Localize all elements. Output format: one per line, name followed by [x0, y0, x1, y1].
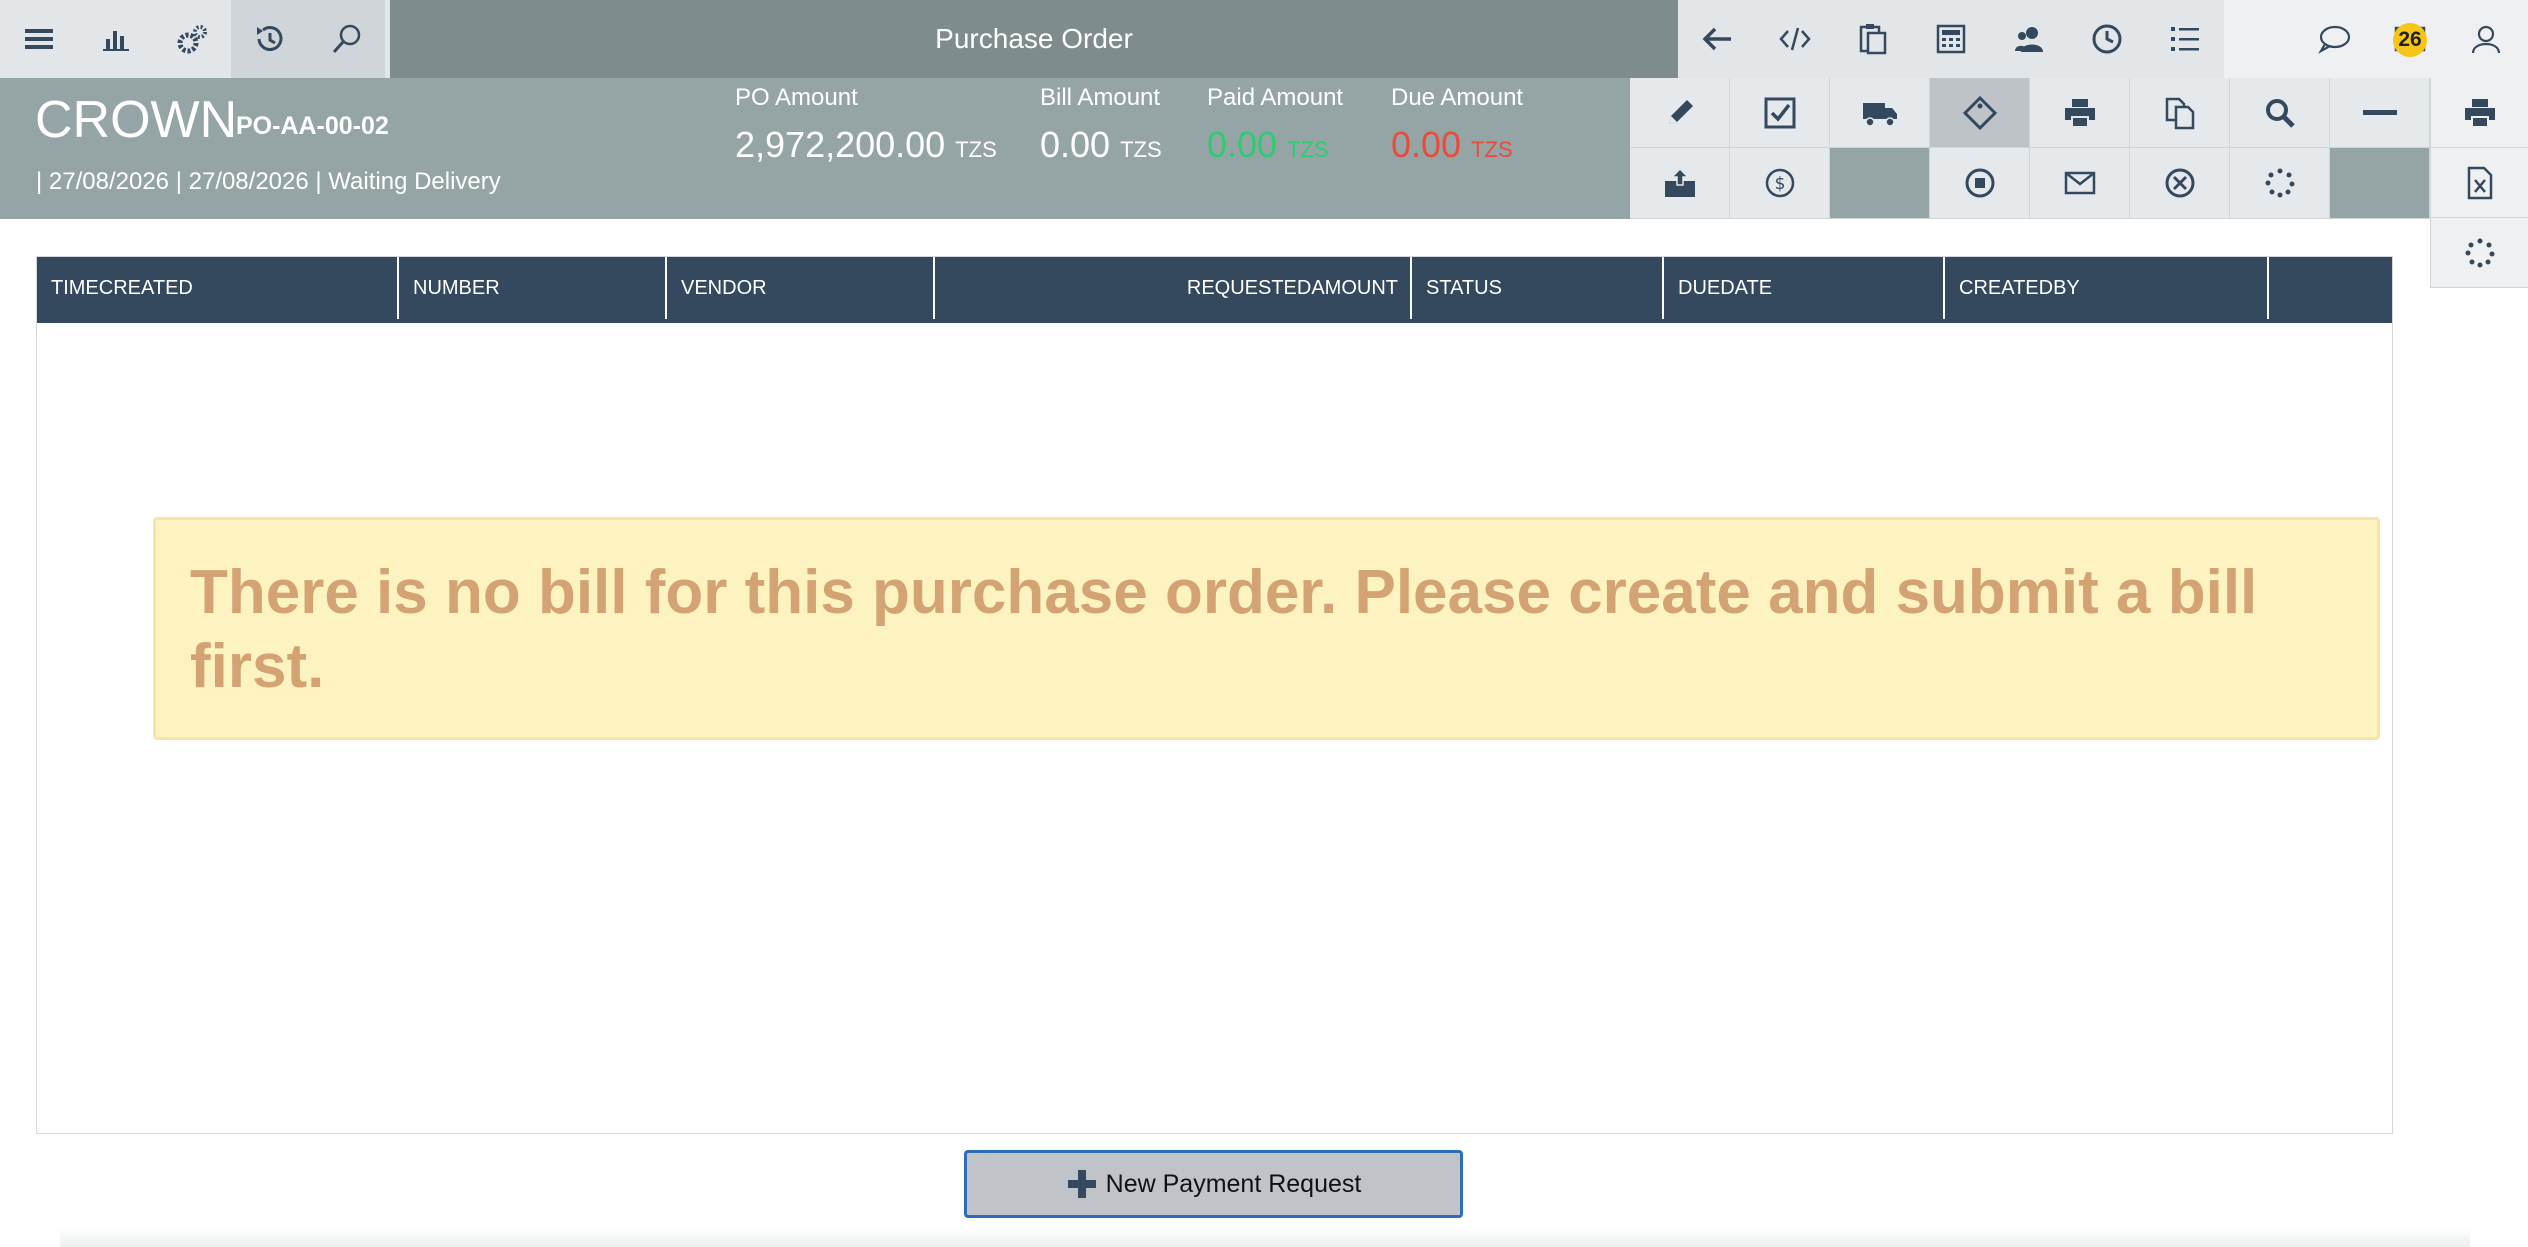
due-amount-label: Due Amount: [1391, 84, 1524, 111]
chat-icon[interactable]: [2296, 0, 2372, 78]
po-dates-status: | 27/08/2026 | 27/08/2026 | Waiting Deli…: [36, 168, 501, 195]
bill-amount: Bill Amount 0.00 TZS: [1040, 84, 1162, 166]
paid-amount-number: 0.00: [1207, 124, 1278, 165]
column-header[interactable]: STATUS: [1412, 257, 1664, 319]
po-summary-header: CROWN PO-AA-00-02 | 27/08/2026 | 27/08/2…: [0, 78, 1630, 219]
po-amount-label: PO Amount: [735, 84, 858, 111]
calculator-icon[interactable]: [1912, 0, 1990, 78]
truck-icon[interactable]: [1830, 78, 1930, 148]
code-icon[interactable]: [1756, 0, 1834, 78]
new-payment-request-button[interactable]: New Payment Request: [964, 1150, 1463, 1218]
zoom-icon[interactable]: [2230, 78, 2330, 148]
dollar-icon[interactable]: $: [1730, 148, 1830, 219]
top-far-toolbar: [2224, 0, 2528, 78]
clock-icon[interactable]: [2068, 0, 2146, 78]
gears-icon[interactable]: [154, 0, 231, 78]
top-right-toolbar: [1678, 0, 2224, 78]
po-amount-currency: TZS: [955, 137, 997, 162]
footer-shadow: [60, 1228, 2470, 1247]
envelope-icon[interactable]: [2030, 148, 2130, 219]
side-action-column: [2430, 78, 2528, 288]
copy-icon[interactable]: [2130, 78, 2230, 148]
due-amount-number: 0.00: [1391, 124, 1462, 165]
column-header[interactable]: DUEDATE: [1664, 257, 1945, 319]
column-header[interactable]: VENDOR: [667, 257, 935, 319]
column-header[interactable]: REQUESTEDAMOUNT: [935, 257, 1412, 319]
column-header[interactable]: CREATEDBY: [1945, 257, 2269, 319]
menu-icon[interactable]: [0, 0, 77, 78]
bill-amount-label: Bill Amount: [1040, 84, 1161, 111]
paid-amount-currency: TZS: [1287, 137, 1329, 162]
list-icon[interactable]: [2146, 0, 2224, 78]
due-amount-currency: TZS: [1471, 137, 1513, 162]
users-icon[interactable]: [1990, 0, 2068, 78]
bill-amount-currency: TZS: [1120, 137, 1162, 162]
payment-requests-table: TIMECREATED NUMBER VENDOR REQUESTEDAMOUN…: [36, 256, 2393, 1134]
no-bill-warning: There is no bill for this purchase order…: [153, 517, 2380, 740]
stop-icon[interactable]: [1930, 148, 2030, 219]
po-amount-value: 2,972,200.00 TZS: [735, 124, 997, 166]
paid-amount-value: 0.00 TZS: [1207, 124, 1343, 166]
spinner-icon[interactable]: [2230, 148, 2330, 219]
plus-icon: [1067, 1170, 1096, 1198]
due-amount: Due Amount 0.00 TZS: [1391, 84, 1523, 166]
check-icon[interactable]: [1730, 78, 1830, 148]
top-left-toolbar: [0, 0, 390, 78]
svg-text:$: $: [1774, 174, 1785, 194]
minus-icon[interactable]: [2330, 78, 2430, 148]
action-grid: $: [1630, 78, 2430, 219]
tag-icon[interactable]: [1930, 78, 2030, 148]
edit-icon[interactable]: [1630, 78, 1730, 148]
empty-slot: [2330, 148, 2430, 219]
archive-icon[interactable]: [1630, 148, 1730, 219]
cancel-icon[interactable]: [2130, 148, 2230, 219]
po-amount-number: 2,972,200.00: [735, 124, 946, 165]
table-header: TIMECREATED NUMBER VENDOR REQUESTEDAMOUN…: [37, 257, 2392, 323]
po-number: PO-AA-00-02: [236, 112, 389, 140]
top-bar: Purchase Order 26: [0, 0, 2528, 78]
company-name: CROWN: [35, 91, 238, 149]
po-amount: PO Amount 2,972,200.00 TZS: [735, 84, 997, 166]
excel-icon[interactable]: [2431, 148, 2528, 218]
new-payment-request-label: New Payment Request: [1105, 1169, 1362, 1198]
history-icon[interactable]: [231, 0, 308, 78]
due-amount-value: 0.00 TZS: [1391, 124, 1523, 166]
column-header[interactable]: TIMECREATED: [37, 257, 399, 319]
chart-icon[interactable]: [77, 0, 154, 78]
empty-slot: [1830, 148, 1930, 219]
bill-amount-value: 0.00 TZS: [1040, 124, 1162, 166]
user-icon[interactable]: [2448, 0, 2524, 78]
paid-amount-label: Paid Amount: [1207, 84, 1344, 111]
clipboard-icon[interactable]: [1834, 0, 1912, 78]
search-icon[interactable]: [308, 0, 385, 78]
bill-amount-number: 0.00: [1040, 124, 1111, 165]
paid-amount: Paid Amount 0.00 TZS: [1207, 84, 1343, 166]
notification-badge[interactable]: 26: [2393, 23, 2427, 57]
spinner-icon[interactable]: [2431, 218, 2528, 288]
page-title: Purchase Order: [935, 23, 1133, 54]
column-header[interactable]: NUMBER: [399, 257, 667, 319]
print-icon[interactable]: [2030, 78, 2130, 148]
print-icon[interactable]: [2431, 78, 2528, 148]
back-arrow-icon[interactable]: [1678, 0, 1756, 78]
